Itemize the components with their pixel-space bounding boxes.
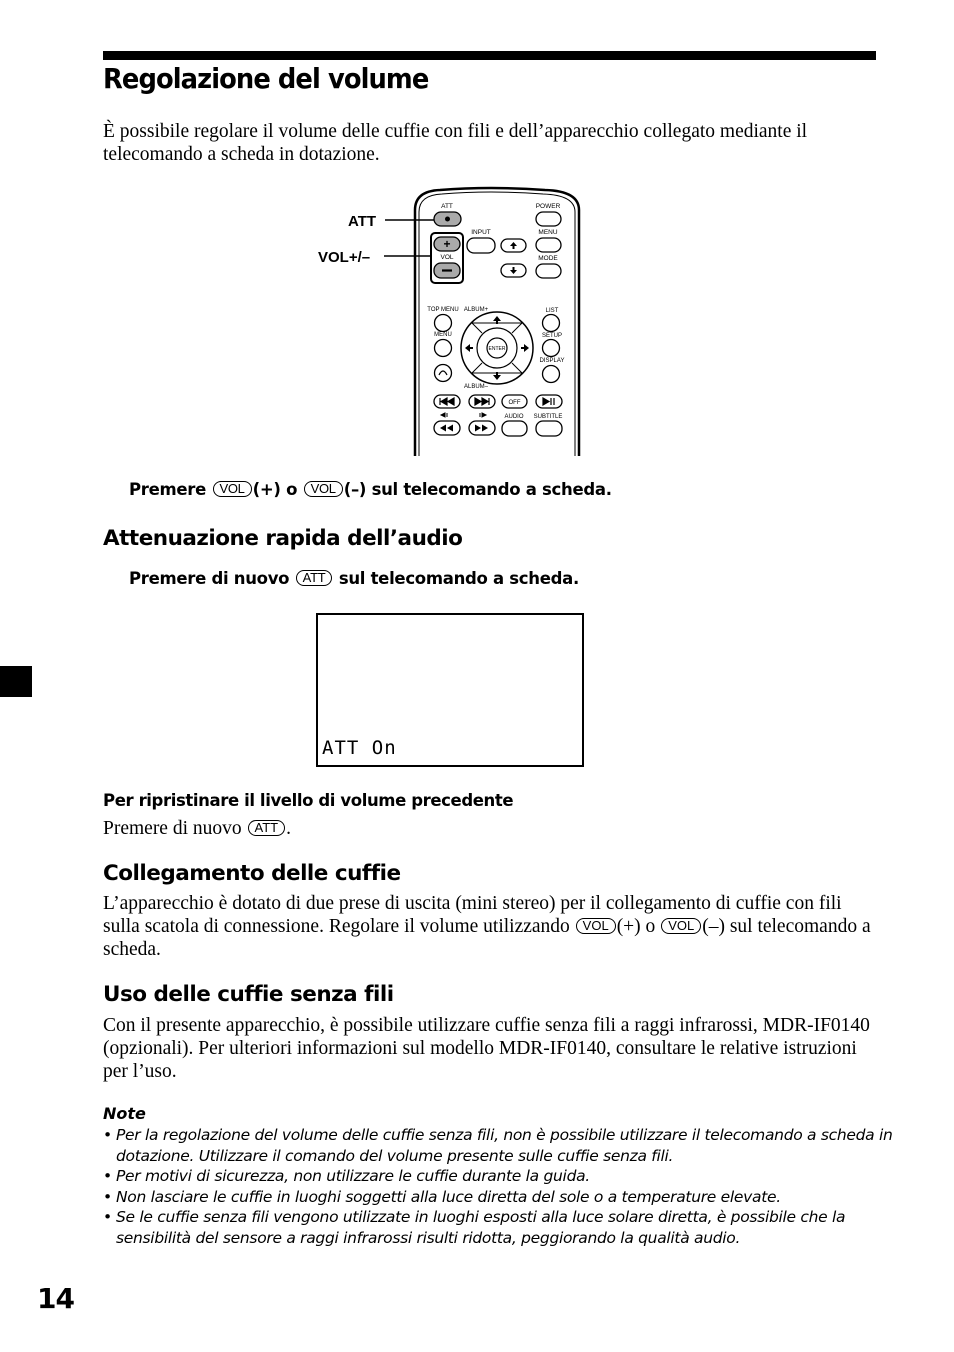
vol-key-icon: VOL <box>575 918 616 934</box>
note-item: • Se le cuffie senza fili vengono utilizz… <box>103 1208 846 1247</box>
setup-button[interactable] <box>541 338 561 358</box>
svg-text:VOL: VOL <box>440 254 453 261</box>
att-key-icon: ATT <box>247 820 286 836</box>
svg-text:MENU: MENU <box>434 332 452 338</box>
svg-text:ALBUM–: ALBUM– <box>464 384 489 390</box>
svg-text:AUDIO: AUDIO <box>504 414 523 420</box>
svg-text:ATT: ATT <box>441 203 453 210</box>
svg-text:DISPLAY: DISPLAY <box>540 358 565 364</box>
input-button[interactable] <box>466 237 496 254</box>
return-button[interactable] <box>433 363 453 383</box>
wired-paragraph: L’apparecchio è dotato di due prese di u… <box>103 893 871 960</box>
note-item: • Non lasciare le cuffie in luoghi sogget… <box>103 1187 781 1206</box>
svg-text:ALBUM+: ALBUM+ <box>464 307 489 313</box>
heading-wired: Collegamento delle cuffie <box>103 861 401 886</box>
vol-key-icon: VOL <box>661 918 702 934</box>
svg-text:LIST: LIST <box>546 308 559 314</box>
att-key-icon: ATT <box>295 570 333 586</box>
display-screen: ATT On <box>316 613 584 767</box>
mode-button[interactable] <box>535 263 562 279</box>
notes-list: • Per la regolazione del volume delle cuf… <box>103 1125 893 1248</box>
list-button[interactable] <box>541 313 561 333</box>
step-volume: Premere VOL (+) o VOL (–) sul telecomando … <box>129 480 612 499</box>
chapter-tab-marker <box>0 666 32 697</box>
callout-att: ATT <box>348 213 376 230</box>
slow-forward-icon <box>479 412 488 418</box>
svg-text:OFF: OFF <box>509 400 521 406</box>
att-dot-icon <box>445 216 450 222</box>
top-menu-button[interactable] <box>433 313 453 333</box>
heading-att: Attenuazione rapida dell’audio <box>103 526 463 551</box>
svg-text:TOP MENU: TOP MENU <box>427 307 458 313</box>
power-button[interactable] <box>535 211 562 227</box>
note-item: • Per motivi di sicurezza, non utilizzare… <box>103 1167 590 1185</box>
svg-text:SUBTITLE: SUBTITLE <box>534 414 563 420</box>
heading-restore: Per ripristinare il livello di volume pr… <box>103 791 514 810</box>
display-button[interactable] <box>541 364 561 384</box>
wireless-paragraph: Con il presente apparecchio, è possibile… <box>103 1015 870 1082</box>
note-item: • Per la regolazione del volume delle cuf… <box>103 1126 893 1165</box>
page-number: 14 <box>37 1282 75 1315</box>
svg-text:INPUT: INPUT <box>471 229 491 236</box>
svg-text:MODE: MODE <box>538 255 558 262</box>
heading-wireless: Uso delle cuffie senza fili <box>103 982 394 1007</box>
svg-text:MENU: MENU <box>538 229 557 236</box>
restore-text: Premere di nuovo ATT. <box>103 818 291 839</box>
svg-text:SETUP: SETUP <box>542 333 562 339</box>
callout-vol: VOL+/– <box>318 249 370 266</box>
page-title: Regolazione del volume <box>103 62 429 95</box>
svg-text:POWER: POWER <box>536 203 561 210</box>
subtitle-button[interactable] <box>535 420 563 437</box>
menu-button[interactable] <box>433 338 453 358</box>
svg-text:+: + <box>443 237 450 251</box>
intro-paragraph: È possibile regolare il volume delle cuf… <box>103 121 808 165</box>
notes-title: Note <box>103 1104 146 1123</box>
vol-key-icon: VOL <box>303 481 343 497</box>
remote-control-figure: ATT VOL+/– ATT POWER + VOL INPUT MENU MO… <box>318 186 581 456</box>
menu-top-button[interactable] <box>535 237 562 253</box>
display-text: ATT On <box>322 737 397 759</box>
vol-key-icon: VOL <box>212 481 252 497</box>
svg-text:ENTER: ENTER <box>489 346 506 352</box>
step-att: Premere di nuovo ATT sul telecomando a s… <box>129 569 579 588</box>
slow-back-icon <box>439 412 448 418</box>
audio-button[interactable] <box>501 420 528 437</box>
header-rule <box>103 51 876 60</box>
